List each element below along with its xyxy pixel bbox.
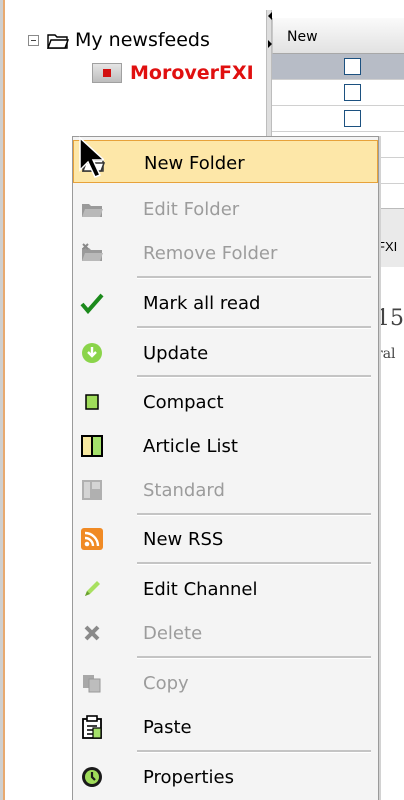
menu-item-label: Compact [143, 392, 224, 413]
menu-separator [137, 656, 371, 659]
menu-item-label: Mark all read [143, 293, 261, 314]
paste-icon [79, 714, 105, 740]
update-icon [79, 340, 105, 366]
menu-item-article-list[interactable]: Article List [73, 424, 378, 467]
menu-item-copy[interactable]: Copy [73, 661, 378, 704]
menu-item-edit-channel[interactable]: Edit Channel [73, 567, 378, 610]
pencil-icon [79, 576, 105, 602]
feed-tree: My newsfeeds MoroverFXI [8, 10, 266, 120]
menu-item-mark-all-read[interactable]: Mark all read [73, 281, 378, 324]
copy-icon [79, 670, 105, 696]
table-row[interactable] [272, 54, 404, 80]
menu-item-label: Edit Channel [143, 579, 258, 600]
preview-heading: 15 [376, 306, 404, 331]
menu-item-update[interactable]: Update [73, 331, 378, 374]
menu-item-label: Article List [143, 436, 238, 457]
menu-item-label: Copy [143, 673, 189, 694]
menu-item-delete[interactable]: Delete [73, 611, 378, 654]
tree-root-label: My newsfeeds [75, 29, 210, 51]
delete-icon [79, 620, 105, 646]
menu-item-label: Paste [143, 717, 192, 738]
table-row[interactable] [272, 106, 404, 132]
menu-item-label: Edit Folder [143, 199, 240, 220]
remove-folder-icon [79, 240, 105, 266]
menu-item-paste[interactable]: Paste [73, 705, 378, 748]
menu-separator [137, 326, 371, 329]
menu-separator [137, 750, 371, 753]
menu-item-properties[interactable]: Properties [73, 755, 378, 798]
unread-checkbox[interactable] [344, 58, 361, 75]
properties-icon [79, 764, 105, 790]
feed-label: MoroverFXI [130, 62, 254, 84]
menu-item-label: Remove Folder [143, 243, 278, 264]
menu-separator [137, 513, 371, 516]
menu-item-new-folder[interactable]: New Folder [73, 140, 378, 183]
table-row[interactable] [272, 80, 404, 106]
menu-separator [137, 562, 371, 565]
collapse-toggle-icon[interactable] [28, 34, 39, 46]
column-header-new[interactable]: New [272, 18, 404, 54]
menu-item-label: Standard [143, 480, 225, 501]
article-tab-label[interactable]: FXI [377, 239, 397, 254]
menu-item-label: Properties [143, 767, 234, 788]
menu-item-label: Delete [143, 623, 203, 644]
context-menu: New Folder Edit Folder Remove Folder Mar… [72, 136, 379, 800]
menu-item-edit-folder[interactable]: Edit Folder [73, 187, 378, 230]
window-left-border [3, 0, 5, 800]
menu-item-new-rss[interactable]: New RSS [73, 517, 378, 560]
menu-item-compact[interactable]: Compact [73, 380, 378, 423]
menu-separator [137, 375, 371, 378]
menu-item-label: New Folder [144, 153, 245, 174]
menu-item-label: New RSS [143, 529, 224, 550]
open-folder-icon [47, 33, 69, 49]
menu-separator [137, 276, 371, 279]
rss-icon [79, 526, 105, 552]
unread-checkbox[interactable] [344, 84, 361, 101]
checkmark-icon [79, 290, 105, 316]
menu-item-remove-folder[interactable]: Remove Folder [73, 231, 378, 274]
unread-checkbox[interactable] [344, 110, 361, 127]
menu-item-standard[interactable]: Standard [73, 468, 378, 511]
column-header-label: New [287, 29, 318, 45]
tree-item-feed[interactable]: MoroverFXI [92, 59, 254, 87]
menu-item-label: Update [143, 343, 209, 364]
mouse-pointer-icon [79, 136, 104, 178]
feed-favicon-icon [92, 63, 122, 83]
tree-item-my-newsfeeds[interactable]: My newsfeeds [28, 26, 210, 54]
compact-icon [79, 389, 105, 415]
article-list-icon [79, 433, 105, 459]
standard-icon [79, 477, 105, 503]
edit-folder-icon [79, 196, 105, 222]
